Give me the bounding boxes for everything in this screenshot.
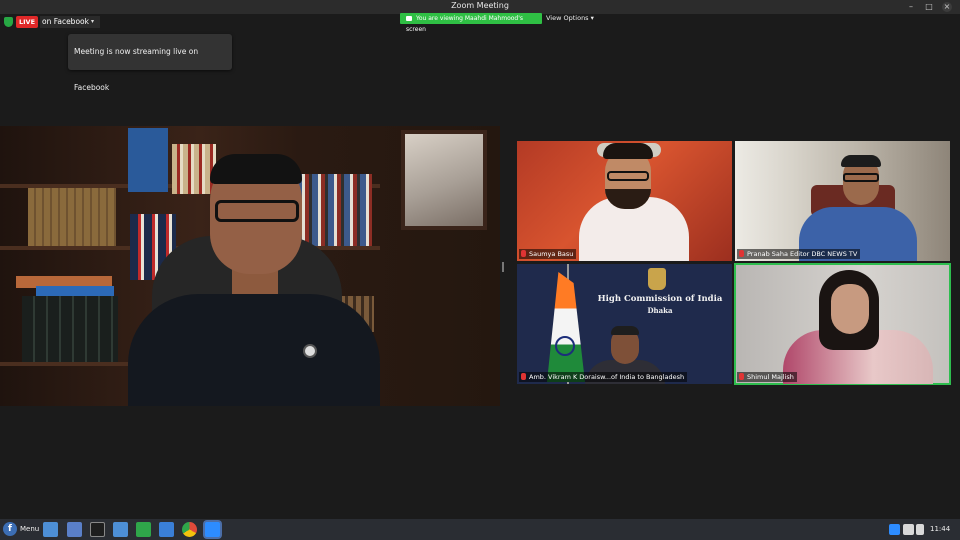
screen-share-banner: You are viewing Maahdi Mahmood's screen (400, 13, 542, 33)
backdrop-subtitle: Dhaka (647, 306, 673, 315)
participant-tile[interactable]: Saumya Basu (517, 141, 732, 261)
participant-hair (603, 143, 653, 159)
spreadsheet-icon[interactable] (136, 522, 151, 537)
screen-share-icon (406, 15, 412, 21)
photo-frame (401, 130, 487, 230)
window-switcher-icon[interactable] (67, 522, 82, 537)
book (36, 286, 114, 296)
mic-muted-icon (521, 250, 526, 257)
chrome-icon[interactable] (182, 522, 197, 537)
books (172, 144, 216, 194)
screen-share-text: You are viewing Maahdi Mahmood's screen (406, 15, 524, 33)
folder-icon[interactable] (113, 522, 128, 537)
participant-hair (611, 326, 639, 335)
fedora-logo-icon[interactable]: f (3, 522, 17, 536)
live-stream-tooltip: Meeting is now streaming live on Faceboo… (68, 34, 232, 92)
zoom-tray-icon[interactable] (889, 524, 900, 535)
clock[interactable]: 11:44 (930, 519, 950, 540)
book (128, 128, 168, 192)
start-menu-button[interactable]: Menu (20, 519, 39, 540)
books (28, 188, 116, 246)
document-icon[interactable] (159, 522, 174, 537)
participant-name: Saumya Basu (519, 249, 577, 259)
minimize-icon[interactable]: – (906, 2, 916, 12)
indian-flag (547, 272, 585, 382)
books (296, 174, 372, 246)
battery-icon[interactable] (916, 524, 924, 535)
glasses (843, 173, 879, 182)
participant-name: Amb. Vikram K Doraisw...of India to Bang… (519, 372, 688, 382)
terminal-icon[interactable] (90, 522, 105, 537)
speaker-torso (128, 294, 380, 406)
zoom-window: Zoom Meeting – □ × LIVE on Facebook ▾ Me… (0, 0, 960, 540)
maximize-icon[interactable]: □ (924, 2, 934, 12)
zoom-icon[interactable] (205, 522, 220, 537)
participant-tile-active-speaker[interactable]: Shimul Majlish (734, 263, 951, 385)
glasses (215, 200, 299, 222)
participant-name: Shimul Majlish (737, 372, 797, 382)
files-folder-icon[interactable] (43, 522, 58, 537)
participant-name: Pranab Saha Editor DBC NEWS TV (737, 249, 861, 259)
main-speaker-video[interactable] (0, 126, 500, 406)
close-icon[interactable]: × (942, 2, 952, 12)
participant-tile[interactable]: High Commission of India Dhaka Amb. Vikr… (517, 264, 732, 384)
chevron-down-icon[interactable]: ▾ (91, 16, 94, 28)
ashoka-chakra-icon (555, 336, 575, 356)
participant-head (831, 284, 869, 334)
books (22, 296, 118, 362)
participant-hair (841, 155, 881, 167)
live-badge[interactable]: LIVE (16, 16, 38, 28)
window-title: Zoom Meeting (451, 1, 509, 10)
national-emblem-icon (648, 268, 666, 290)
lapel-badge (303, 344, 317, 358)
split-handle[interactable] (502, 262, 504, 272)
speaker-hair (210, 154, 302, 184)
mic-muted-icon (521, 373, 526, 380)
title-bar: Zoom Meeting – □ × (0, 0, 960, 14)
glasses (607, 171, 649, 181)
network-icon[interactable] (903, 524, 914, 535)
view-options-button[interactable]: View Options ▾ (546, 13, 594, 24)
mic-muted-icon (739, 250, 744, 257)
participant-tile[interactable]: Pranab Saha Editor DBC NEWS TV (735, 141, 950, 261)
mic-muted-icon (739, 373, 744, 380)
backdrop-title: High Commission of India (597, 294, 723, 304)
encryption-shield-icon[interactable] (4, 17, 13, 27)
taskbar: f Menu 11:44 (0, 519, 960, 540)
